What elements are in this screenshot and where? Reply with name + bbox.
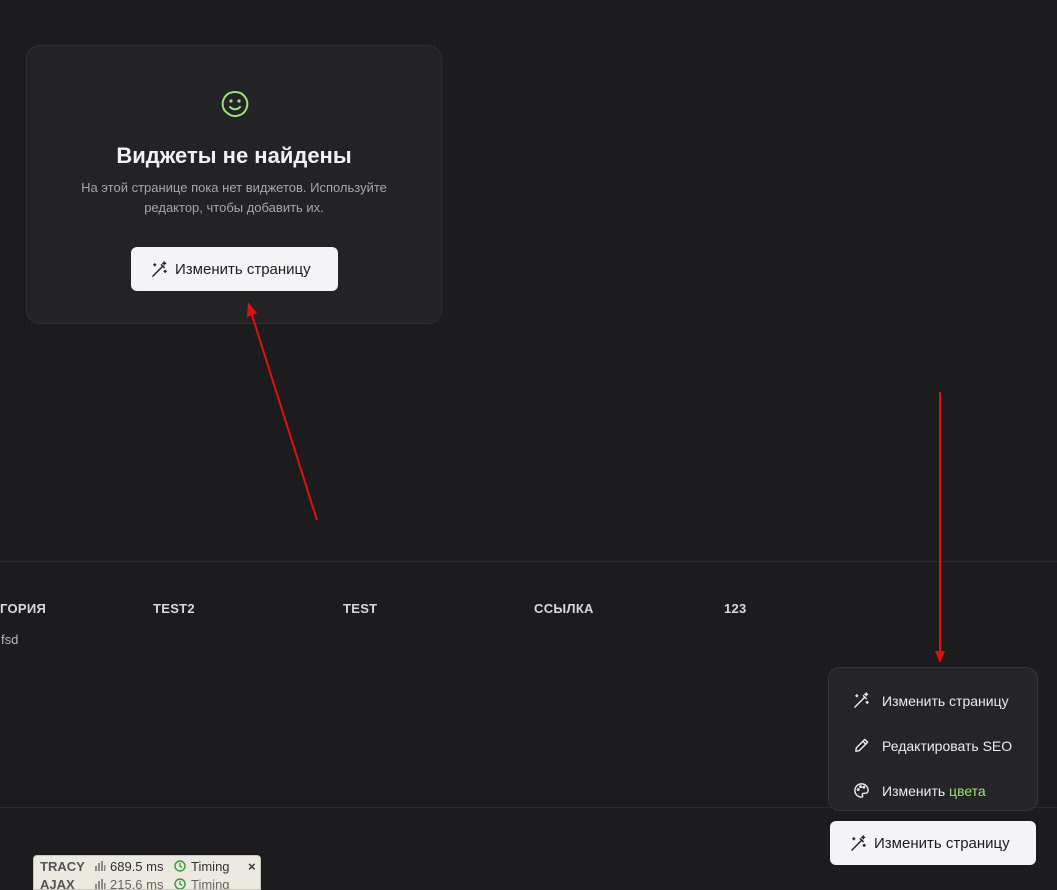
tracy-label[interactable]: TRACY: [40, 859, 86, 874]
tracy-timing-label: Timing: [191, 876, 230, 890]
clock-icon: [174, 860, 186, 872]
column-header: ГОРИЯ: [0, 601, 47, 616]
smile-icon: [221, 90, 249, 117]
empty-state-title: Виджеты не найдены: [116, 143, 352, 168]
tracy-debug-bar: TRACY 689.5 ms Timing × AJAX 215.6 ms Ti…: [33, 855, 261, 890]
tracy-row: AJAX 215.6 ms Timing: [34, 874, 260, 890]
tracy-time[interactable]: 215.6 ms: [94, 876, 166, 890]
page: Виджеты не найдены На этой странице пока…: [0, 0, 1057, 890]
edit-menu: Изменить страницу Редактировать SEO Изме…: [828, 667, 1038, 811]
bar-chart-icon: [95, 879, 106, 889]
magic-wand-icon: [854, 692, 869, 708]
menu-item-edit-page[interactable]: Изменить страницу: [829, 678, 1037, 723]
table-cell: fsd: [1, 632, 19, 647]
edit-page-button[interactable]: Изменить страницу: [131, 247, 338, 291]
empty-state-card: Виджеты не найдены На этой странице пока…: [26, 45, 442, 324]
column-header: 123: [724, 601, 747, 616]
magic-wand-icon: [851, 834, 866, 851]
divider: [0, 561, 1057, 562]
tracy-close-button[interactable]: ×: [248, 859, 256, 874]
column-header: TEST: [343, 601, 378, 616]
menu-item-label-accent: цвета: [949, 782, 986, 799]
tracy-row: TRACY 689.5 ms Timing ×: [34, 856, 260, 876]
floating-edit-page-button-label: Изменить страницу: [874, 834, 1010, 852]
menu-item-label-prefix: Изменить: [882, 782, 950, 799]
menu-item-label: Редактировать SEO: [882, 737, 1013, 754]
magic-wand-icon: [152, 260, 167, 277]
floating-edit-page-button[interactable]: Изменить страницу: [830, 821, 1036, 865]
tracy-time[interactable]: 689.5 ms: [94, 859, 166, 874]
edit-page-button-label: Изменить страницу: [175, 260, 311, 278]
tracy-label[interactable]: AJAX: [40, 877, 86, 890]
tracy-time-value: 689.5 ms: [110, 858, 164, 874]
empty-state-description: На этой странице пока нет виджетов. Испо…: [81, 180, 387, 215]
palette-icon: [854, 783, 869, 798]
menu-item-label: Изменить цвета: [882, 783, 986, 799]
tracy-timing-label: Timing: [191, 858, 230, 874]
column-header: TEST2: [153, 601, 195, 616]
column-header: ССЫЛКА: [534, 601, 594, 616]
bar-chart-icon: [95, 861, 106, 871]
annotation-arrowhead: [935, 651, 945, 663]
tracy-timing[interactable]: Timing: [174, 859, 236, 874]
tracy-timing[interactable]: Timing: [174, 876, 236, 890]
menu-item-edit-colors[interactable]: Изменить цвета: [829, 768, 1037, 813]
menu-item-label: Изменить страницу: [882, 692, 1009, 709]
annotation-arrow-line: [250, 311, 318, 521]
menu-item-edit-seo[interactable]: Редактировать SEO: [829, 723, 1037, 768]
tracy-time-value: 215.6 ms: [110, 876, 164, 890]
pencil-icon: [855, 738, 869, 752]
clock-icon: [174, 878, 186, 889]
